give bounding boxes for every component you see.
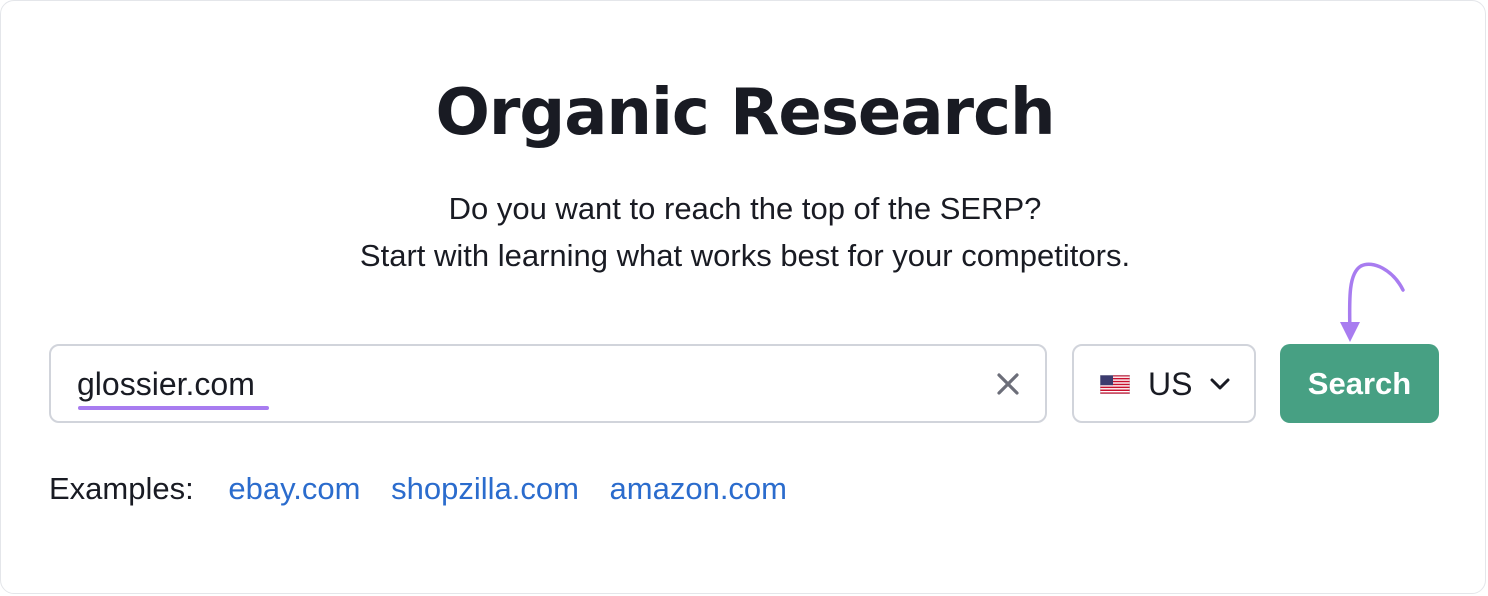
organic-research-card: Organic Research Do you want to reach th… <box>0 0 1486 594</box>
examples-label: Examples: <box>49 471 194 506</box>
country-code: US <box>1148 366 1193 402</box>
search-button[interactable]: Search <box>1280 344 1439 423</box>
curved-arrow-icon <box>1340 262 1405 342</box>
us-flag-icon <box>1100 375 1130 394</box>
page-title: Organic Research <box>435 76 1055 150</box>
highlight-underline <box>78 406 269 410</box>
search-input-value[interactable]: glossier.com <box>77 364 255 404</box>
example-link-shopzilla[interactable]: shopzilla.com <box>391 471 579 506</box>
country-select[interactable]: US <box>1072 344 1256 423</box>
subtitle-line-1: Do you want to reach the top of the SERP… <box>448 191 1042 226</box>
examples-row: Examples: ebay.com shopzilla.com amazon.… <box>49 469 809 509</box>
subtitle-line-2: Start with learning what works best for … <box>359 238 1131 273</box>
domain-search-input[interactable]: glossier.com <box>49 344 1047 423</box>
example-link-amazon[interactable]: amazon.com <box>610 471 787 506</box>
example-link-ebay[interactable]: ebay.com <box>228 471 360 506</box>
chevron-down-icon <box>1210 378 1230 390</box>
close-icon[interactable] <box>995 371 1021 397</box>
